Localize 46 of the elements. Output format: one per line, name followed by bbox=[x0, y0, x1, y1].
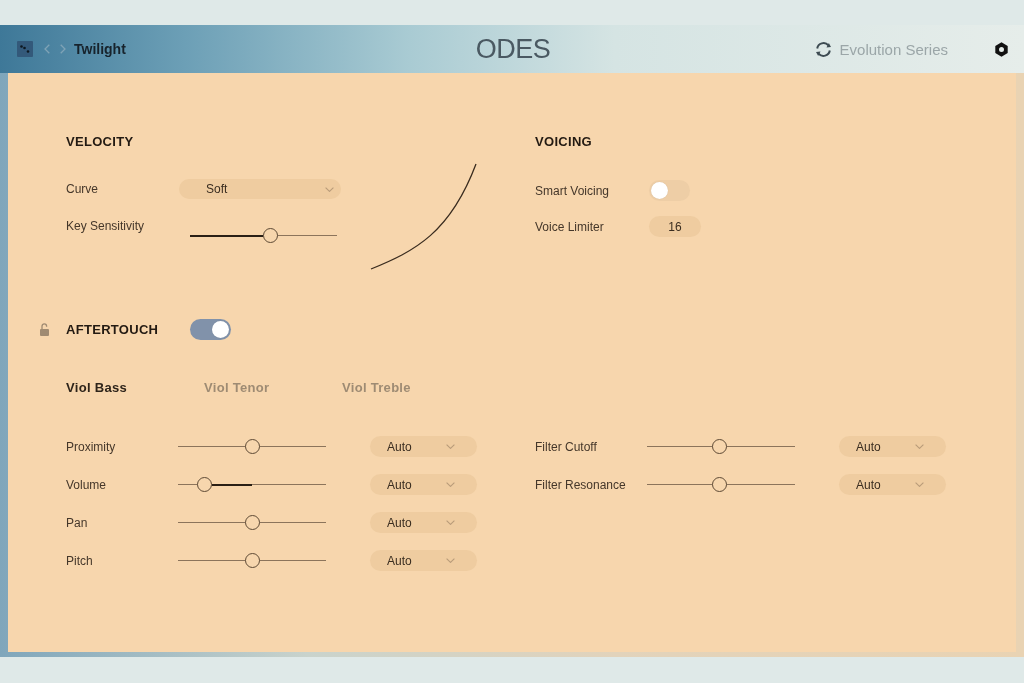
dropdown[interactable]: Auto bbox=[370, 512, 477, 533]
chevron-down-icon bbox=[915, 444, 924, 449]
slider-thumb[interactable] bbox=[244, 439, 260, 454]
chevron-down-icon bbox=[915, 482, 924, 487]
toggle-switch[interactable] bbox=[190, 319, 231, 340]
slider-thumb[interactable] bbox=[244, 553, 260, 568]
toggle-switch[interactable] bbox=[649, 180, 690, 201]
preset-name: Twilight bbox=[74, 41, 126, 57]
dropdown[interactable]: Auto bbox=[370, 436, 477, 457]
brand-logo: ODES bbox=[475, 35, 551, 63]
dropdown[interactable]: Auto bbox=[839, 436, 946, 457]
padlock-icon[interactable] bbox=[40, 323, 49, 336]
section-heading: VOICING bbox=[535, 134, 592, 150]
chevron-down-icon bbox=[446, 520, 455, 525]
product-line-label: Evolution Series bbox=[839, 40, 948, 58]
slider-thumb[interactable] bbox=[263, 228, 279, 243]
param-label: Smart Voicing bbox=[535, 183, 611, 198]
param-label: Proximity bbox=[66, 439, 117, 454]
section-heading: VELOCITY bbox=[66, 134, 134, 150]
chevron-down-icon bbox=[446, 482, 455, 487]
circular-arrows-icon[interactable] bbox=[814, 40, 832, 58]
param-label: Filter Cutoff bbox=[535, 439, 598, 454]
chevron-down-icon bbox=[446, 558, 455, 563]
dropdown[interactable]: Auto bbox=[839, 474, 946, 495]
slider-thumb[interactable] bbox=[712, 477, 727, 492]
chevron-down-icon bbox=[446, 444, 455, 449]
slider-fill bbox=[212, 483, 252, 486]
section-heading: AFTERTOUCH bbox=[66, 321, 160, 338]
param-label: Curve bbox=[66, 182, 99, 196]
param-label: Pitch bbox=[66, 553, 94, 568]
dots-tile-icon[interactable] bbox=[17, 41, 33, 57]
chevron-down-icon bbox=[325, 186, 334, 192]
dropdown[interactable]: Auto bbox=[370, 550, 477, 571]
dropdown[interactable]: Auto bbox=[370, 474, 477, 495]
param-label: Voice Limiter bbox=[535, 219, 605, 234]
settings-icon[interactable] bbox=[994, 41, 1009, 57]
slider-thumb[interactable] bbox=[712, 439, 727, 454]
param-label: Volume bbox=[66, 477, 108, 492]
instrument-tab[interactable]: Viol Bass bbox=[66, 380, 204, 396]
param-label: Pan bbox=[66, 515, 89, 530]
param-label: Key Sensitivity bbox=[66, 219, 146, 233]
slider-thumb[interactable] bbox=[197, 477, 213, 492]
value-field[interactable]: 16 bbox=[649, 216, 701, 237]
param-label: Filter Resonance bbox=[535, 477, 627, 492]
dropdown[interactable]: Soft bbox=[179, 179, 341, 199]
slider-thumb[interactable] bbox=[244, 515, 260, 530]
